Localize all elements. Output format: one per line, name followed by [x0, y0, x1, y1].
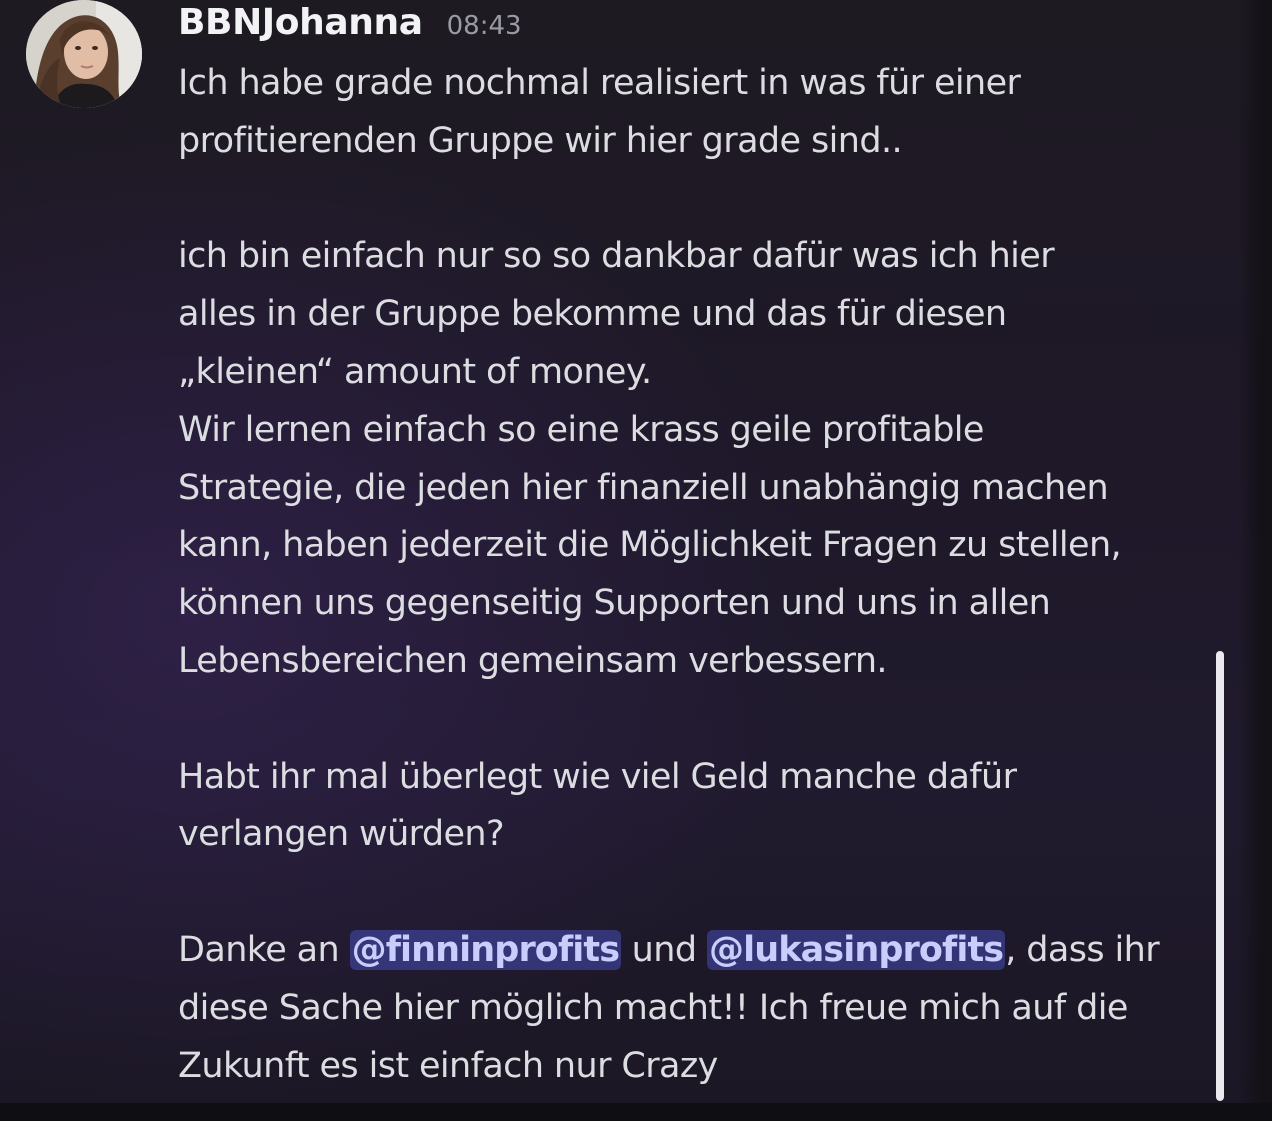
message-line: diese Sache hier möglich macht!! Ich fre… — [178, 987, 1128, 1028]
message-line: ich bin einfach nur so so dankbar dafür … — [178, 236, 1055, 277]
message-text: Danke an — [178, 929, 350, 970]
user-avatar[interactable] — [26, 0, 142, 108]
scrollbar-thumb[interactable] — [1216, 651, 1224, 1101]
message-text: und — [621, 929, 707, 970]
message-line: Zukunft es ist einfach nur Crazy — [178, 1045, 718, 1086]
message-line: kann, haben jederzeit die Möglichkeit Fr… — [178, 525, 1122, 566]
message-content: Ich habe grade nochmal realisiert in was… — [178, 55, 1218, 1095]
message-line: profitierenden Gruppe wir hier grade sin… — [178, 120, 903, 161]
message-line: Habt ihr mal überlegt wie viel Geld manc… — [178, 756, 1017, 797]
avatar-photo — [26, 0, 142, 108]
paragraph-break — [178, 171, 1218, 229]
message-line: Ich habe grade nochmal realisiert in was… — [178, 63, 1021, 103]
message-line: alles in der Gruppe bekomme und das für … — [178, 294, 1007, 335]
message-author-name[interactable]: BBNJohanna — [178, 2, 423, 43]
message-text: , dass ihr — [1005, 929, 1160, 970]
message-line: Wir lernen einfach so eine krass geile p… — [178, 409, 984, 450]
message-line: „kleinen“ amount of money. — [178, 351, 652, 392]
message-line: verlangen würden? — [178, 814, 505, 855]
right-edge-shadow — [1238, 0, 1272, 1121]
message-line-with-mentions: Danke an @finninprofits und @lukasinprof… — [178, 922, 1218, 980]
paragraph-break — [178, 864, 1218, 922]
message-line: Lebensbereichen gemeinsam verbessern. — [178, 640, 888, 681]
user-mention-finninprofits[interactable]: @finninprofits — [349, 929, 622, 970]
message-line: Strategie, die jeden hier finanziell una… — [178, 467, 1109, 508]
message-line: können uns gegenseitig Supporten und uns… — [178, 583, 1051, 624]
chat-message-pane: BBNJohanna 08:43 Ich habe grade nochmal … — [0, 0, 1272, 1121]
user-mention-lukasinprofits[interactable]: @lukasinprofits — [707, 929, 1006, 970]
message-header: BBNJohanna 08:43 — [178, 2, 522, 48]
paragraph-break — [178, 691, 1218, 749]
message-timestamp: 08:43 — [446, 11, 522, 41]
bottom-divider — [0, 1103, 1272, 1121]
